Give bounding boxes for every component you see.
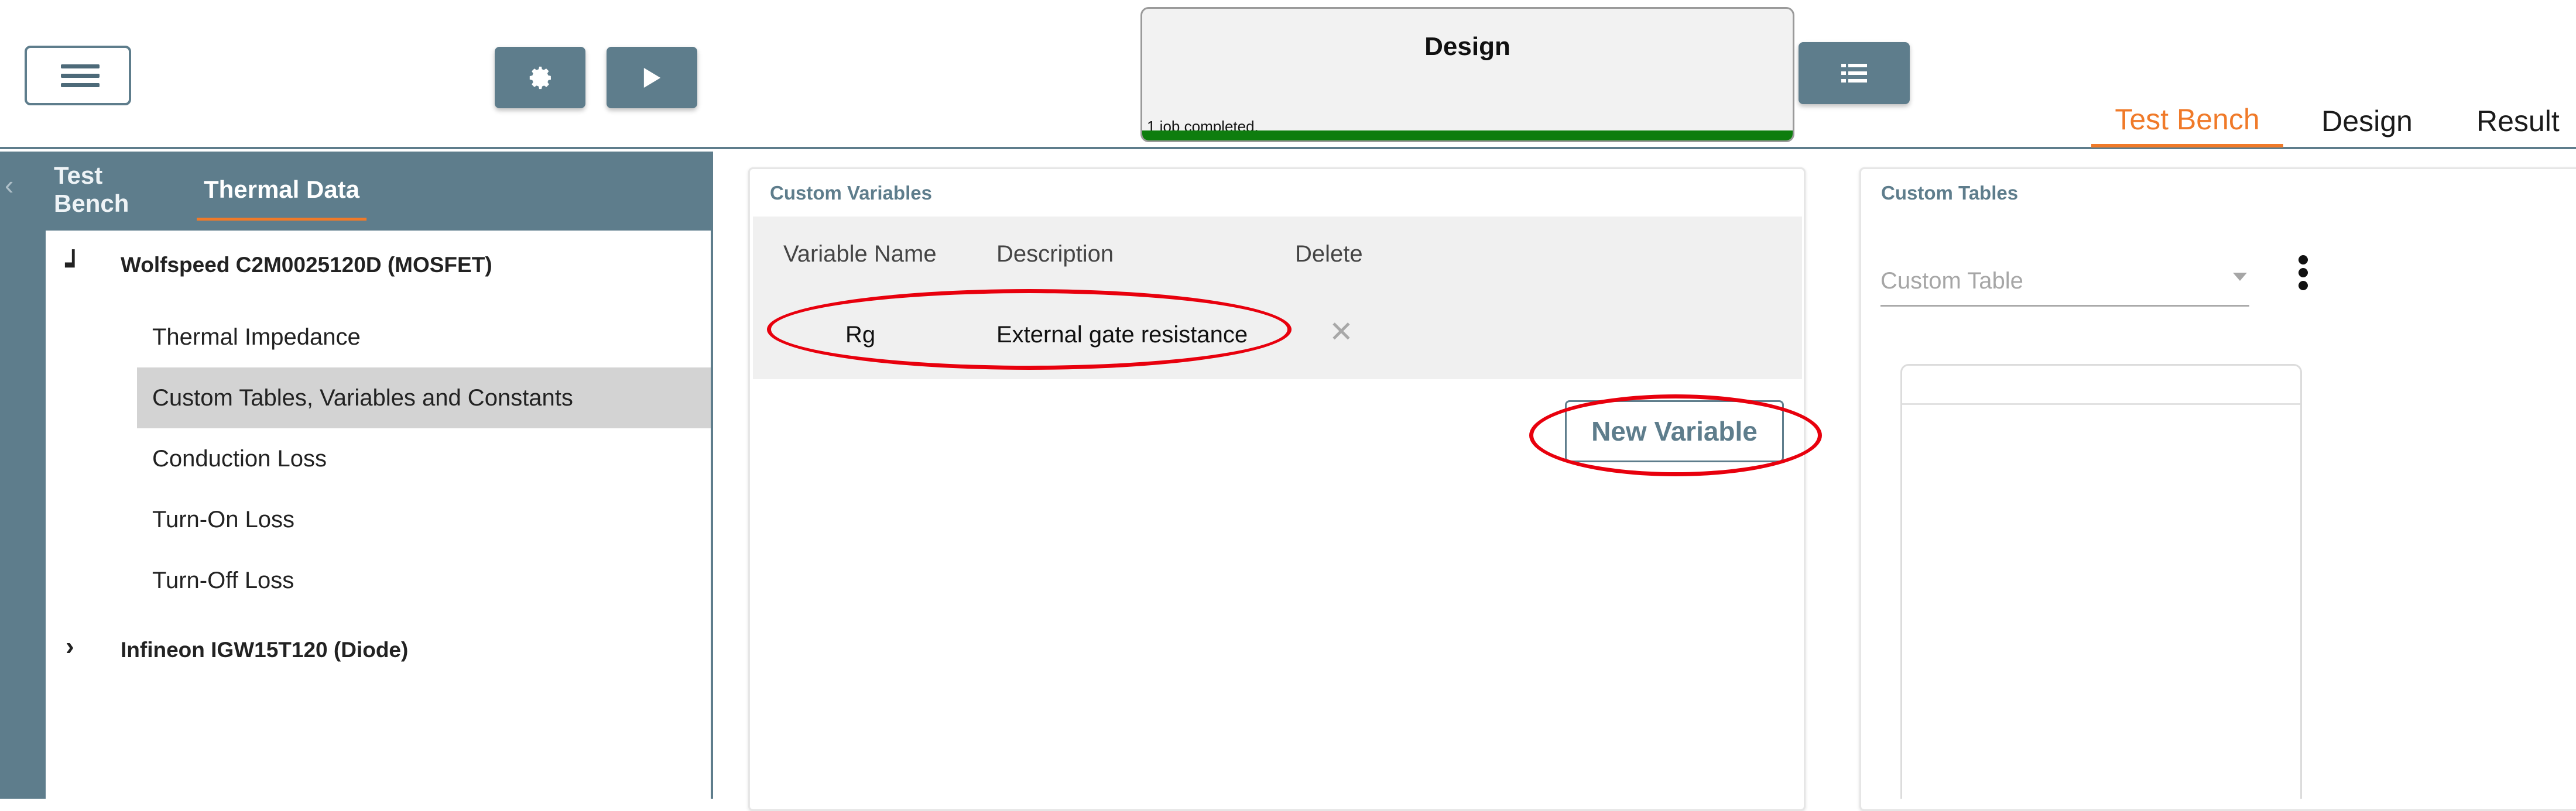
custom-tables-heading: Custom Tables bbox=[1881, 182, 2019, 204]
list-icon bbox=[1841, 64, 1867, 83]
tree-item-thermal-impedance[interactable]: Thermal Impedance bbox=[137, 307, 711, 367]
custom-table-placeholder: Custom Table bbox=[1880, 268, 2023, 294]
tab-test-bench[interactable]: Test Bench bbox=[2091, 95, 2283, 147]
job-progress-bar bbox=[1142, 130, 1793, 140]
annotation-ellipse-button bbox=[1529, 394, 1822, 476]
run-button[interactable] bbox=[607, 47, 697, 108]
expand-icon[interactable]: › bbox=[66, 632, 74, 661]
job-title: Design bbox=[1424, 32, 1510, 61]
variables-table-header: Variable Name Description Delete bbox=[753, 217, 1802, 293]
annotation-ellipse-row bbox=[767, 289, 1292, 370]
menu-button[interactable] bbox=[25, 46, 131, 105]
top-bar: Design 1 job completed. Test Bench Desig… bbox=[0, 0, 2576, 149]
kebab-dot bbox=[2298, 268, 2308, 277]
sidebar-tab-thermal-data[interactable]: Thermal Data bbox=[197, 152, 366, 228]
job-status-panel[interactable]: Design 1 job completed. bbox=[1140, 7, 1794, 142]
hamburger-menu-icon bbox=[61, 64, 100, 68]
tree-item-conduction-loss[interactable]: Conduction Loss bbox=[137, 428, 711, 489]
device-tree: ┙ Wolfspeed C2M0025120D (MOSFET) Thermal… bbox=[46, 231, 711, 799]
custom-table-select[interactable]: Custom Table bbox=[1880, 256, 2249, 307]
column-delete: Delete bbox=[1295, 241, 1363, 267]
kebab-dot bbox=[2298, 255, 2308, 264]
hamburger-line bbox=[61, 83, 100, 87]
tree-item-turn-on-loss[interactable]: Turn-On Loss bbox=[137, 489, 711, 550]
chevron-left-icon[interactable]: ‹ bbox=[5, 169, 13, 201]
play-icon bbox=[643, 67, 660, 88]
tree-item-custom-tables[interactable]: Custom Tables, Variables and Constants bbox=[137, 367, 711, 428]
job-list-button[interactable] bbox=[1799, 42, 1910, 104]
content-divider bbox=[711, 152, 713, 799]
sidebar-tab-test-bench[interactable]: Test Bench bbox=[54, 152, 184, 228]
tree-item-turn-off-loss[interactable]: Turn-Off Loss bbox=[137, 550, 711, 611]
tab-result[interactable]: Result bbox=[2476, 95, 2576, 147]
tab-design[interactable]: Design bbox=[2307, 95, 2427, 147]
settings-button[interactable] bbox=[495, 47, 585, 108]
table-header-divider bbox=[1902, 403, 2300, 405]
column-variable-name: Variable Name bbox=[783, 241, 937, 267]
custom-table-grid bbox=[1900, 364, 2302, 799]
close-icon[interactable]: ✕ bbox=[1329, 315, 1354, 349]
tree-node-mosfet[interactable]: Wolfspeed C2M0025120D (MOSFET) bbox=[121, 253, 492, 277]
column-description: Description bbox=[996, 241, 1114, 267]
gear-icon bbox=[529, 66, 551, 89]
chevron-down-icon bbox=[2233, 273, 2247, 281]
custom-variables-heading: Custom Variables bbox=[770, 182, 932, 204]
tree-node-diode[interactable]: Infineon IGW15T120 (Diode) bbox=[121, 638, 408, 662]
kebab-dot bbox=[2298, 281, 2308, 290]
collapse-icon[interactable]: ┙ bbox=[66, 250, 81, 280]
hamburger-line bbox=[61, 74, 100, 78]
job-progress-fill bbox=[1142, 130, 1793, 140]
kebab-menu-icon[interactable] bbox=[2298, 255, 2308, 290]
